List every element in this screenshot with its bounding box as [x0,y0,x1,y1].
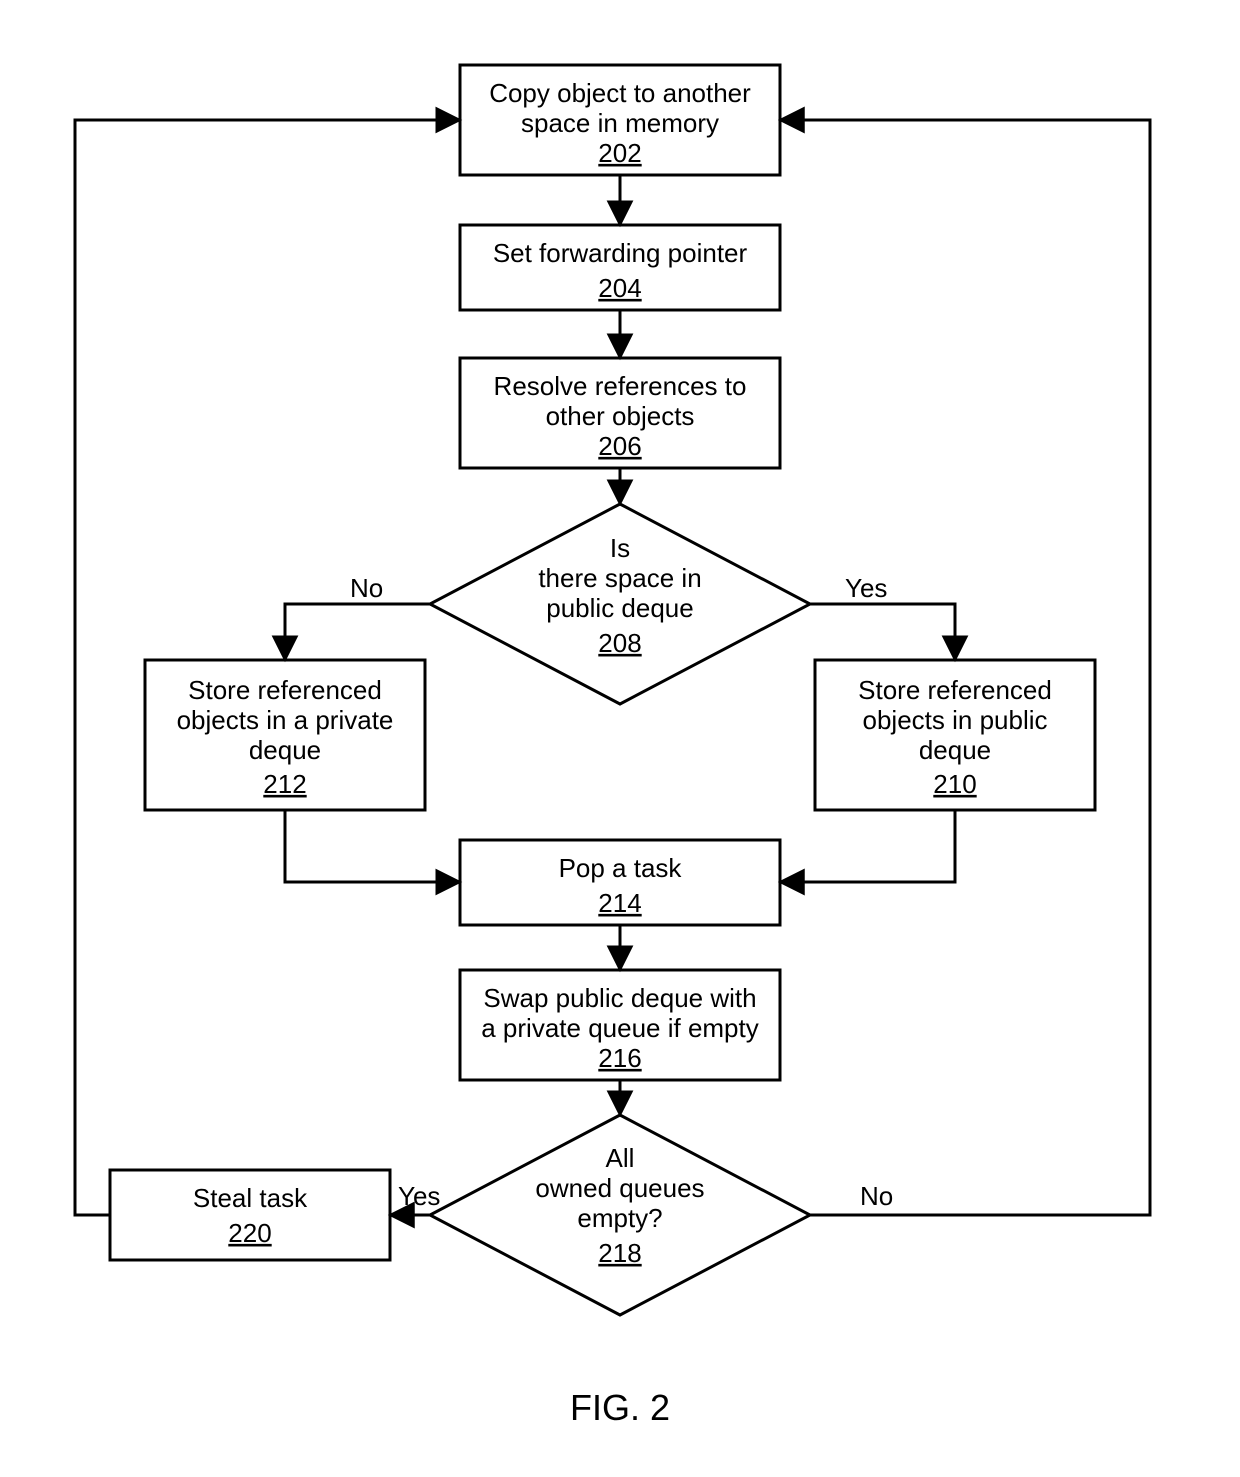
node-steal-task: Steal task 220 [110,1170,390,1260]
edge-208-212-no [285,604,430,660]
node-text: owned queues [535,1173,704,1203]
edge-label-no: No [350,573,383,603]
node-ref: 204 [598,273,641,303]
node-text: All [606,1143,635,1173]
node-text: Resolve references to [494,371,747,401]
flowchart-diagram: Copy object to another space in memory 2… [0,0,1240,1477]
edge-210-214 [780,810,955,882]
node-text: Steal task [193,1183,308,1213]
node-text: Store referenced [188,675,382,705]
node-ref: 210 [933,769,976,799]
decision-space-in-public-deque: Is there space in public deque 208 [430,504,810,704]
node-swap-deque: Swap public deque with a private queue i… [460,970,780,1080]
edge-208-210-yes [810,604,955,660]
edge-label-yes: Yes [398,1181,440,1211]
node-text: objects in public [863,705,1048,735]
node-text: empty? [577,1203,662,1233]
node-ref: 220 [228,1218,271,1248]
node-text: there space in [538,563,701,593]
node-text: Pop a task [559,853,683,883]
node-text: space in memory [521,108,719,138]
edge-212-214 [285,810,460,882]
node-ref: 218 [598,1238,641,1268]
node-ref: 206 [598,431,641,461]
node-text: deque [249,735,321,765]
node-text: Store referenced [858,675,1052,705]
decision-all-queues-empty: All owned queues empty? 218 [430,1115,810,1315]
node-text: deque [919,735,991,765]
node-ref: 202 [598,138,641,168]
figure-caption: FIG. 2 [570,1387,670,1428]
node-pop-task: Pop a task 214 [460,840,780,925]
node-store-public-deque: Store referenced objects in public deque… [815,660,1095,810]
node-ref: 208 [598,628,641,658]
node-ref: 216 [598,1043,641,1073]
node-store-private-deque: Store referenced objects in a private de… [145,660,425,810]
node-text: Copy object to another [489,78,751,108]
edge-label-yes: Yes [845,573,887,603]
node-text: other objects [546,401,695,431]
node-ref: 214 [598,888,641,918]
node-set-forwarding-pointer: Set forwarding pointer 204 [460,225,780,310]
node-text: objects in a private [177,705,394,735]
node-text: a private queue if empty [481,1013,759,1043]
node-text: Is [610,533,630,563]
node-resolve-references: Resolve references to other objects 206 [460,358,780,468]
node-ref: 212 [263,769,306,799]
node-text: Swap public deque with [483,983,756,1013]
node-copy-object: Copy object to another space in memory 2… [460,65,780,175]
edge-label-no: No [860,1181,893,1211]
node-text: Set forwarding pointer [493,238,748,268]
node-text: public deque [546,593,693,623]
